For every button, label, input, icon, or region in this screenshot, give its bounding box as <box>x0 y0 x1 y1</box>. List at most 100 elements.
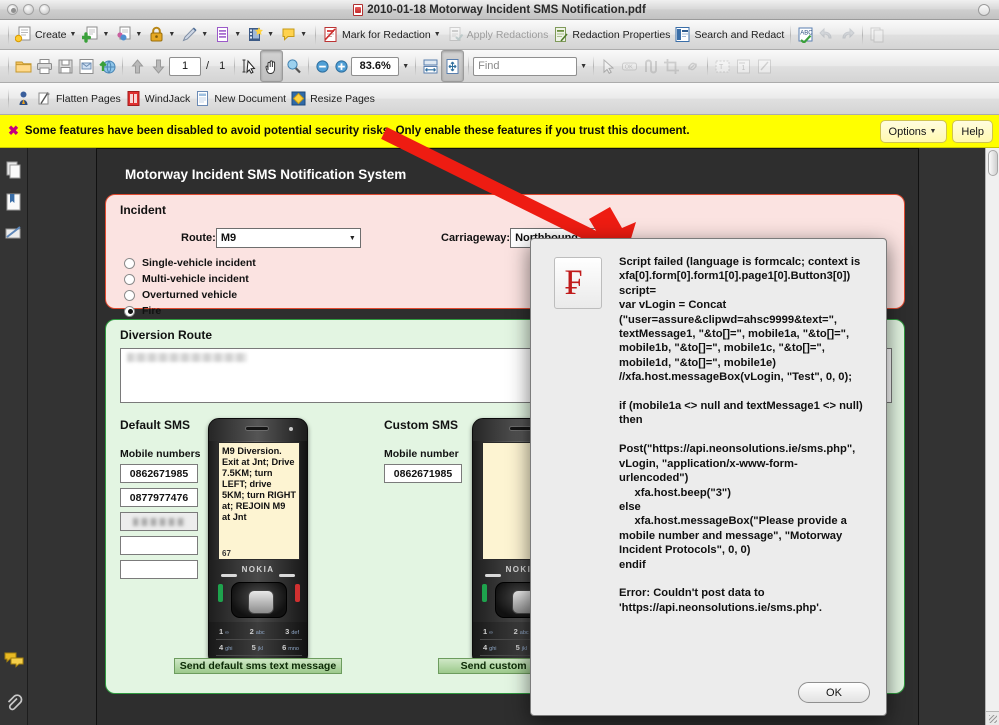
zoom-level-input[interactable]: 83.6% <box>351 56 400 76</box>
flow-tool-button[interactable] <box>640 50 661 82</box>
radio-button-icon[interactable] <box>124 273 135 285</box>
zoom-in-icon <box>334 59 349 74</box>
pointer-tool-button[interactable] <box>598 50 619 82</box>
sign-button[interactable]: ▼ <box>179 20 212 49</box>
route-select[interactable]: M9 ▼ <box>215 228 361 248</box>
windjack-mascot-button[interactable] <box>13 83 34 114</box>
forms-button[interactable]: ▼ <box>212 20 245 49</box>
resize-grip[interactable] <box>985 711 999 725</box>
next-page-button[interactable] <box>148 50 169 82</box>
phone-screen: M9 Diversion. Exit at Jnt; Drive 7.5KM; … <box>218 442 300 560</box>
chevron-down-icon[interactable]: ▼ <box>102 31 109 38</box>
page-number-input[interactable]: 1 <box>169 56 201 76</box>
open-file-button[interactable] <box>13 50 34 82</box>
security-help-button[interactable]: Help <box>952 120 993 143</box>
print-button[interactable] <box>34 50 55 82</box>
windjack-button[interactable]: WindJack <box>123 83 193 114</box>
textbox-tool-button[interactable]: T <box>712 50 733 82</box>
dialog-ok-button[interactable]: OK <box>798 682 870 703</box>
chevron-down-icon[interactable]: ▼ <box>70 31 77 38</box>
chevron-down-icon[interactable]: ▼ <box>580 63 587 70</box>
chevron-down-icon[interactable]: ▼ <box>135 31 142 38</box>
security-options-button[interactable]: Options ▼ <box>879 120 948 143</box>
toolbar-toggle-button[interactable] <box>978 4 990 16</box>
resize-pages-button[interactable]: Resize Pages <box>288 83 377 114</box>
select-tool-button[interactable] <box>239 50 260 82</box>
pages-panel-button[interactable] <box>867 20 888 49</box>
spellcheck-button[interactable]: ABC <box>795 20 816 49</box>
default-mobile-1[interactable]: 0862671985 <box>120 464 198 483</box>
default-mobile-5[interactable] <box>120 560 198 579</box>
flatten-pages-button[interactable]: Flatten Pages <box>34 83 123 114</box>
chevron-down-icon[interactable]: ▼ <box>434 31 441 38</box>
chevron-down-icon[interactable]: ▼ <box>234 31 241 38</box>
save-button[interactable] <box>55 50 76 82</box>
resize-pages-label: Resize Pages <box>310 92 375 105</box>
chevron-down-icon[interactable]: ▼ <box>201 31 208 38</box>
chevron-down-icon[interactable]: ▼ <box>300 31 307 38</box>
redo-arrow-icon <box>839 26 856 43</box>
redaction-properties-label: Redaction Properties <box>572 28 671 41</box>
zoom-in-button[interactable] <box>332 50 351 82</box>
chevron-down-icon[interactable]: ▼ <box>929 128 936 135</box>
secure-button[interactable]: ▼ <box>146 20 179 49</box>
custom-mobile-number[interactable]: 0862671985 <box>384 464 462 483</box>
undo-button[interactable] <box>816 20 837 49</box>
windjack-icon <box>125 90 142 107</box>
default-mobile-2[interactable]: 0877977476 <box>120 488 198 507</box>
default-sms-numbers-label: Mobile numbers <box>120 448 201 460</box>
radio-button-icon[interactable] <box>124 305 135 317</box>
link-tool-button[interactable] <box>682 50 703 82</box>
ok-button-tool[interactable]: OK <box>619 50 640 82</box>
radio-single-vehicle[interactable]: Single-vehicle incident <box>124 257 256 269</box>
marquee-zoom-button[interactable] <box>283 50 304 82</box>
redo-button[interactable] <box>837 20 858 49</box>
phone-left-softkey <box>485 574 501 577</box>
default-mobile-3[interactable] <box>120 512 198 531</box>
find-input[interactable]: Find <box>473 56 578 76</box>
hand-tool-button[interactable] <box>260 50 284 82</box>
redaction-properties-button[interactable]: Redaction Properties <box>550 20 672 49</box>
bookmarks-icon[interactable] <box>4 192 24 212</box>
script-failed-dialog[interactable]: ₣ Script failed (language is formcalc; c… <box>530 238 887 716</box>
scrollbar-thumb[interactable] <box>988 150 998 176</box>
fit-width-button[interactable] <box>420 50 441 82</box>
chevron-down-icon[interactable]: ▼ <box>349 235 356 242</box>
combine-files-button[interactable]: ▼ <box>80 20 113 49</box>
chevron-down-icon[interactable]: ▼ <box>168 31 175 38</box>
zoom-out-button[interactable] <box>313 50 332 82</box>
attachments-icon[interactable] <box>4 693 24 713</box>
default-sms-title: Default SMS <box>120 418 191 432</box>
radio-multi-vehicle[interactable]: Multi-vehicle incident <box>124 273 249 285</box>
radio-fire[interactable]: Fire <box>124 305 161 317</box>
chevron-down-icon[interactable]: ▼ <box>267 31 274 38</box>
comments-icon[interactable] <box>4 649 24 669</box>
apply-redactions-button[interactable]: Apply Redactions <box>445 20 551 49</box>
warning-x-icon: ✖ <box>8 123 19 138</box>
fit-page-button[interactable] <box>441 50 465 82</box>
previous-page-button[interactable] <box>127 50 148 82</box>
search-and-redact-button[interactable]: Search and Redact <box>672 20 786 49</box>
new-document-label: New Document <box>214 92 287 105</box>
vertical-scrollbar[interactable] <box>985 148 999 725</box>
signatures-icon[interactable] <box>4 224 24 244</box>
send-default-sms-button[interactable]: Send default sms text message <box>174 658 342 674</box>
default-mobile-4[interactable] <box>120 536 198 555</box>
email-button[interactable] <box>76 50 97 82</box>
create-button[interactable]: Create ▼ <box>13 20 80 49</box>
pages-thumbnails-icon[interactable] <box>4 160 24 180</box>
page-numbering-tool-button[interactable]: 1 <box>733 50 754 82</box>
toolbar-divider <box>862 24 864 45</box>
collaborate-button[interactable]: ▼ <box>113 20 146 49</box>
upload-web-button[interactable] <box>97 50 118 82</box>
crop-tool-button[interactable] <box>661 50 682 82</box>
stamp-tool-button[interactable] <box>754 50 775 82</box>
radio-button-icon[interactable] <box>124 257 135 269</box>
multimedia-button[interactable]: ▼ <box>245 20 278 49</box>
new-document-button[interactable]: New Document <box>192 83 288 114</box>
radio-overturned-vehicle[interactable]: Overturned vehicle <box>124 289 237 301</box>
comment-button[interactable]: ▼ <box>278 20 311 49</box>
radio-button-icon[interactable] <box>124 289 135 301</box>
chevron-down-icon[interactable]: ▼ <box>402 63 409 70</box>
mark-for-redaction-button[interactable]: Mark for Redaction ▼ <box>320 20 445 49</box>
